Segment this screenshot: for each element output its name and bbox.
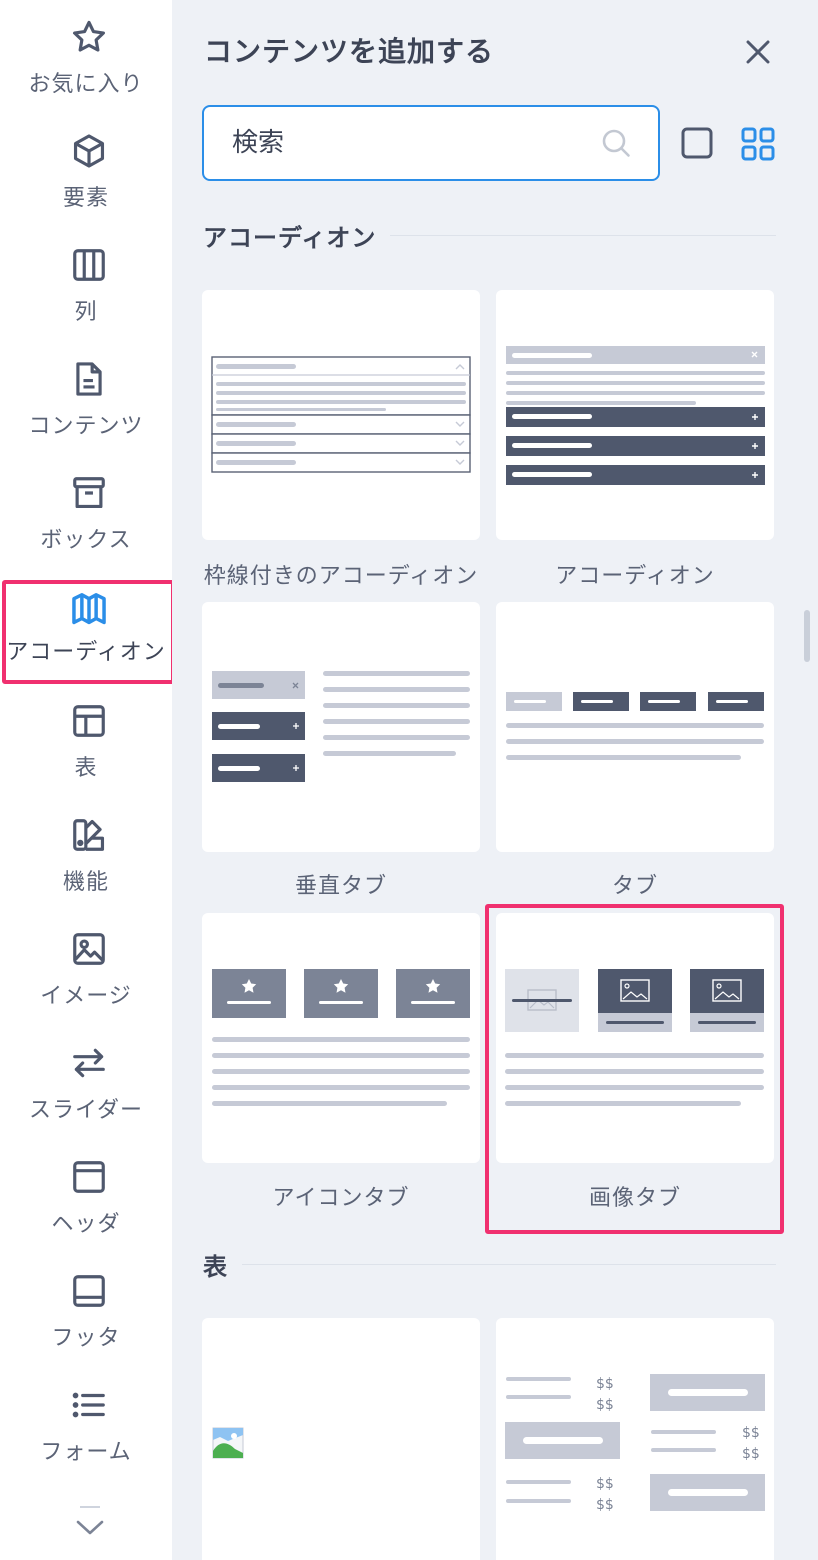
swatch-icon bbox=[73, 819, 105, 851]
price-text: $$ bbox=[596, 1497, 614, 1513]
sidebar-item-columns[interactable]: 列 bbox=[0, 228, 172, 340]
sidebar-item-label: ヘッダ bbox=[51, 1212, 121, 1237]
image-icon bbox=[73, 933, 105, 965]
sidebar-item-label: フッタ bbox=[51, 1326, 121, 1351]
card-label: タブ bbox=[611, 874, 658, 899]
map-icon bbox=[72, 593, 106, 625]
sidebar-item-box[interactable]: ボックス bbox=[0, 456, 172, 568]
search-input[interactable] bbox=[232, 121, 582, 165]
star-icon bbox=[73, 20, 105, 52]
bordered-accordion-preview bbox=[211, 356, 471, 473]
price-text: $$ bbox=[742, 1425, 760, 1441]
header-layout-icon bbox=[73, 1161, 105, 1193]
sidebar-item-content[interactable]: コンテンツ bbox=[0, 342, 172, 454]
sidebar-item-table[interactable]: 表 bbox=[0, 684, 172, 796]
accordion-preview bbox=[506, 346, 765, 485]
card-label: 画像タブ bbox=[588, 1186, 681, 1211]
sidebar-item-label: 表 bbox=[74, 756, 98, 781]
sidebar-item-label: アコーディオン bbox=[6, 640, 166, 665]
sidebar-item-label: スライダー bbox=[28, 1098, 144, 1123]
sidebar-item-label: 要素 bbox=[62, 186, 109, 211]
image-tabs-preview bbox=[505, 969, 764, 1106]
footer-layout-icon bbox=[73, 1275, 105, 1307]
list-icon bbox=[72, 1392, 105, 1418]
add-content-panel: コンテンツを追加する アコーディオン 枠線付 bbox=[172, 0, 818, 1560]
price-text: $$ bbox=[596, 1376, 614, 1392]
price-text: $$ bbox=[596, 1397, 614, 1413]
sidebar-item-header[interactable]: ヘッダ bbox=[0, 1140, 172, 1252]
columns-icon bbox=[73, 249, 105, 281]
arrows-swap-icon bbox=[73, 1048, 105, 1078]
template-card-image-tabs[interactable] bbox=[496, 913, 774, 1163]
sidebar-item-footer[interactable]: フッタ bbox=[0, 1254, 172, 1366]
close-icon[interactable] bbox=[742, 36, 774, 68]
pricing-table-preview: $$ $$ $$ $$ $$ $$ bbox=[505, 1374, 765, 1513]
sidebar-item-elements[interactable]: 要素 bbox=[0, 114, 172, 226]
sidebar-item-form[interactable]: フォーム bbox=[0, 1368, 172, 1480]
square-view-icon[interactable] bbox=[680, 126, 714, 160]
sidebar-item-accordion[interactable]: アコーディオン bbox=[0, 578, 172, 690]
grid-view-icon[interactable] bbox=[740, 126, 776, 162]
price-text: $$ bbox=[596, 1476, 614, 1492]
section-title-table: 表 bbox=[203, 1247, 242, 1282]
sidebar-item-image[interactable]: イメージ bbox=[0, 912, 172, 1024]
search-icon[interactable] bbox=[600, 127, 632, 159]
sidebar-item-label: イメージ bbox=[40, 984, 132, 1009]
sidebar-item-label: お気に入り bbox=[28, 72, 144, 97]
tabs-preview bbox=[506, 692, 764, 760]
sidebar-item-label: 機能 bbox=[62, 870, 109, 895]
table-icon bbox=[73, 705, 105, 737]
scrollbar-thumb[interactable] bbox=[804, 610, 810, 662]
section-divider bbox=[203, 1264, 776, 1265]
sidebar-item-label: 列 bbox=[74, 300, 98, 325]
template-card-accordion[interactable] bbox=[496, 290, 774, 540]
sidebar-item-favorites[interactable]: お気に入り bbox=[0, 0, 172, 112]
sidebar-item-label: ボックス bbox=[40, 528, 132, 553]
panel-title: コンテンツを追加する bbox=[204, 35, 495, 68]
card-label: アコーディオン bbox=[555, 564, 715, 589]
icon-tabs-preview bbox=[212, 969, 470, 1106]
vertical-tabs-preview bbox=[212, 671, 470, 782]
sidebar-item-label: フォーム bbox=[40, 1440, 132, 1465]
document-icon bbox=[76, 362, 102, 396]
template-card-pricing-table[interactable]: $$ $$ $$ $$ $$ $$ bbox=[496, 1318, 774, 1560]
template-card-bordered-accordion[interactable] bbox=[202, 290, 480, 540]
template-card-icon-tabs[interactable] bbox=[202, 913, 480, 1163]
template-card-tabs[interactable] bbox=[496, 602, 774, 852]
card-label: アイコンタブ bbox=[272, 1186, 410, 1211]
template-card-vertical-tabs[interactable] bbox=[202, 602, 480, 852]
chevron-down-icon[interactable] bbox=[72, 1512, 108, 1542]
sidebar-item-slider[interactable]: スライダー bbox=[0, 1026, 172, 1138]
cube-icon bbox=[73, 134, 105, 168]
sidebar: お気に入り 要素 列 コンテンツ ボックス アコーディオン 表 機能 イメージ … bbox=[0, 0, 175, 1560]
card-label: 枠線付きのアコーディオン bbox=[203, 564, 479, 589]
search-field bbox=[202, 105, 660, 181]
divider bbox=[80, 1506, 100, 1508]
price-text: $$ bbox=[742, 1446, 760, 1462]
archive-box-icon bbox=[73, 477, 105, 509]
broken-image-icon bbox=[212, 1427, 244, 1459]
sidebar-item-features[interactable]: 機能 bbox=[0, 798, 172, 910]
sidebar-item-label: コンテンツ bbox=[28, 414, 144, 439]
card-label: 垂直タブ bbox=[294, 874, 387, 899]
section-title-accordion: アコーディオン bbox=[203, 218, 391, 253]
